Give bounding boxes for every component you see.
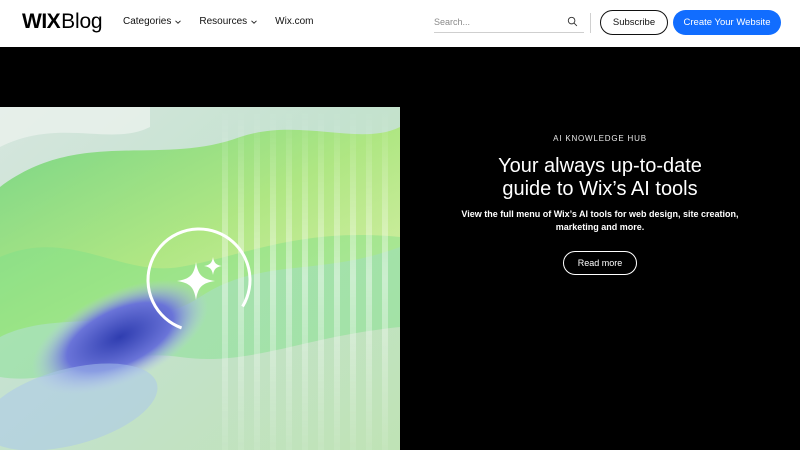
header-divider bbox=[590, 13, 591, 33]
nav-item-wix-com[interactable]: Wix.com bbox=[275, 16, 313, 27]
chevron-down-icon bbox=[175, 19, 182, 24]
create-website-button[interactable]: Create Your Website bbox=[673, 10, 781, 35]
hero-title-line-2: guide to Wix’s AI tools bbox=[502, 178, 698, 200]
search-input[interactable] bbox=[434, 16, 562, 27]
read-more-button[interactable]: Read more bbox=[563, 251, 637, 275]
search-box bbox=[434, 11, 584, 33]
hero-title-line-1: Your always up-to-date bbox=[498, 155, 702, 177]
subscribe-button[interactable]: Subscribe bbox=[600, 10, 668, 35]
nav-item-resources[interactable]: Resources bbox=[199, 16, 258, 27]
nav-item-categories[interactable]: Categories bbox=[123, 16, 182, 27]
hero-description: View the full menu of Wix’s AI tools for… bbox=[461, 209, 739, 232]
abstract-art-image bbox=[0, 107, 400, 450]
logo-blog-text: Blog bbox=[61, 10, 103, 33]
nav-item-label: Wix.com bbox=[275, 16, 314, 27]
hero-title: Your always up-to-date guide to Wix’s AI… bbox=[400, 155, 800, 201]
hero-eyebrow: AI KNOWLEDGE HUB bbox=[553, 134, 647, 143]
chevron-down-icon bbox=[251, 19, 257, 24]
logo-wix-text: WIX bbox=[22, 10, 61, 33]
search-icon[interactable] bbox=[567, 16, 578, 27]
nav-item-label: Resources bbox=[199, 16, 248, 27]
nav-item-label: Categories bbox=[123, 16, 172, 27]
wix-blog-logo[interactable]: WIX Blog bbox=[22, 10, 103, 34]
site-header: WIX Blog Categories Resources Wix.com Su… bbox=[0, 0, 800, 47]
hero-illustration bbox=[0, 107, 400, 450]
main-nav: Categories Resources Wix.com bbox=[123, 16, 331, 27]
